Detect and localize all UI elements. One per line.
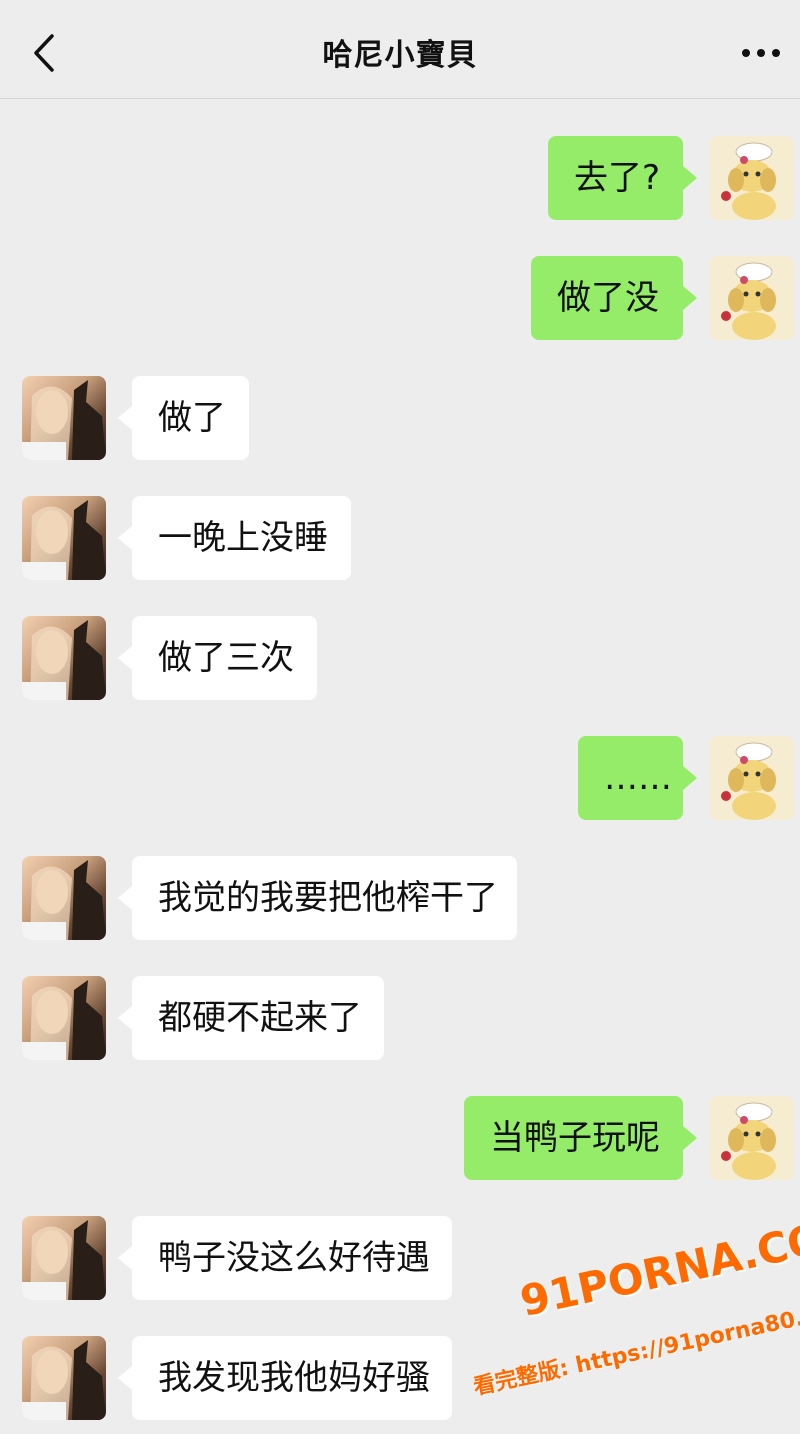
contact-photo-icon	[22, 860, 106, 940]
more-icon	[742, 49, 750, 57]
cartoon-dog-avatar-icon	[710, 136, 794, 220]
more-button[interactable]	[736, 40, 786, 66]
message-bubble-sent[interactable]: 当鸭子玩呢	[464, 1096, 697, 1180]
contact-photo-icon	[22, 500, 106, 580]
cartoon-dog-avatar-icon	[710, 736, 794, 820]
my-avatar[interactable]	[710, 136, 794, 220]
message-bubble-sent[interactable]: ……	[578, 736, 697, 820]
my-avatar[interactable]	[710, 1096, 794, 1180]
contact-avatar[interactable]	[22, 496, 106, 580]
message-bubble-received[interactable]: 做了	[118, 376, 249, 460]
message-bubble-received[interactable]: 鸭子没这么好待遇	[118, 1216, 452, 1300]
message-bubble-received[interactable]: 我觉的我要把他榨干了	[118, 856, 517, 940]
contact-avatar[interactable]	[22, 856, 106, 940]
message-bubble-received[interactable]: 做了三次	[118, 616, 317, 700]
watermark-text: 看完整版: https://91porna80.com	[471, 1295, 800, 1401]
contact-photo-icon	[22, 380, 106, 460]
watermark-logo: 91PORNA.COM	[516, 1205, 800, 1326]
message-bubble-received[interactable]: 一晚上没睡	[118, 496, 351, 580]
message-bubble-sent[interactable]: 去了?	[548, 136, 697, 220]
cartoon-dog-avatar-icon	[710, 1096, 794, 1180]
watermark: 91PORNA.COM 看完整版: https://91porna80.com	[466, 1205, 800, 1420]
chat-header: 哈尼小寶貝	[0, 0, 800, 99]
my-avatar[interactable]	[710, 256, 794, 340]
contact-photo-icon	[22, 1220, 106, 1300]
contact-avatar[interactable]	[22, 1336, 106, 1420]
message-bubble-received[interactable]: 我发现我他妈好骚	[118, 1336, 452, 1420]
my-avatar[interactable]	[710, 736, 794, 820]
chat-title: 哈尼小寶貝	[322, 38, 478, 73]
contact-avatar[interactable]	[22, 976, 106, 1060]
contact-avatar[interactable]	[22, 376, 106, 460]
message-bubble-received[interactable]: 都硬不起来了	[118, 976, 384, 1060]
contact-photo-icon	[22, 980, 106, 1060]
cartoon-dog-avatar-icon	[710, 256, 794, 340]
contact-avatar[interactable]	[22, 1216, 106, 1300]
contact-photo-icon	[22, 620, 106, 700]
contact-photo-icon	[22, 1340, 106, 1420]
contact-avatar[interactable]	[22, 616, 106, 700]
message-bubble-sent[interactable]: 做了没	[531, 256, 697, 340]
